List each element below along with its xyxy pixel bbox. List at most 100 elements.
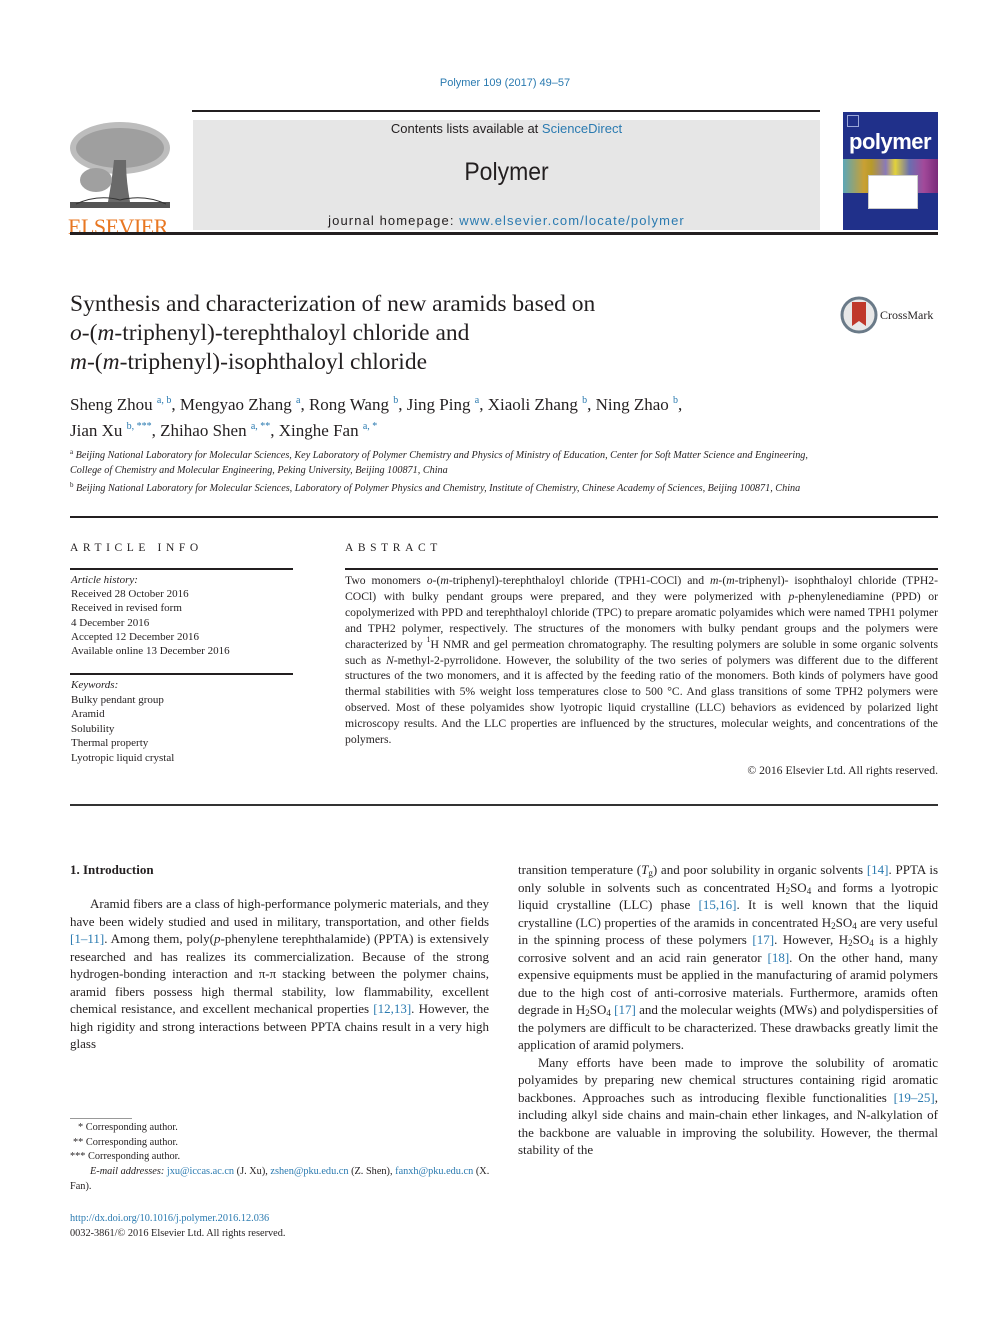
author-separator: , xyxy=(587,395,596,414)
reference-link[interactable]: [17] xyxy=(752,932,774,947)
affiliation-label: a xyxy=(70,448,74,456)
crossmark-badge[interactable]: CrossMark xyxy=(840,296,940,336)
history-item: Accepted 12 December 2016 xyxy=(71,630,199,643)
author-separator: , xyxy=(171,395,180,414)
footnotes: * Corresponding author. ** Corresponding… xyxy=(70,1121,494,1195)
abstract-rule xyxy=(345,568,938,570)
article-info-heading: ARTICLE INFO xyxy=(70,542,203,554)
author-name[interactable]: Ning Zhao xyxy=(596,395,669,414)
history-label: Article history: xyxy=(71,574,138,586)
sciencedirect-link[interactable]: ScienceDirect xyxy=(542,121,622,136)
homepage-line: journal homepage: www.elsevier.com/locat… xyxy=(193,213,820,228)
abstract-text: Two monomers o-(m-triphenyl)-terephthalo… xyxy=(345,574,938,747)
affiliation-label: b xyxy=(70,481,74,489)
cover-figure xyxy=(868,175,918,209)
elsevier-tree-icon xyxy=(68,120,172,210)
author-separator: , xyxy=(398,395,407,414)
crossmark-icon xyxy=(840,296,878,334)
affiliation-text: Beijing National Laboratory for Molecula… xyxy=(70,450,808,476)
affiliation: b Beijing National Laboratory for Molecu… xyxy=(70,478,830,497)
author-separator: , xyxy=(300,395,309,414)
journal-homepage-link[interactable]: www.elsevier.com/locate/polymer xyxy=(459,213,685,228)
keywords-rule xyxy=(70,673,293,675)
reference-link[interactable]: [18] xyxy=(768,950,790,965)
affiliation-text: Beijing National Laboratory for Molecula… xyxy=(76,483,801,494)
history-item: Received in revised form xyxy=(71,602,182,615)
history-item: Received 28 October 2016 xyxy=(71,588,189,601)
header-rule xyxy=(70,232,938,235)
elsevier-logo[interactable]: ELSEVIER xyxy=(68,120,172,238)
author-separator: , xyxy=(151,421,161,440)
issn-copyright: 0032-3861/© 2016 Elsevier Ltd. All right… xyxy=(70,1228,286,1239)
email-link[interactable]: fanxh@pku.edu.cn xyxy=(395,1166,473,1177)
cover-badge-icon xyxy=(847,115,859,127)
reference-link[interactable]: [19–25] xyxy=(894,1090,935,1105)
author-name[interactable]: Rong Wang xyxy=(309,395,389,414)
history-item: 4 December 2016 xyxy=(71,616,150,629)
paragraph: transition temperature (Tg) and poor sol… xyxy=(518,862,939,1052)
title-line-3: m-(m-triphenyl)-isophthaloyl chloride xyxy=(70,349,428,375)
author-name[interactable]: Sheng Zhou xyxy=(70,395,153,414)
email-link[interactable]: jxu@iccas.ac.cn xyxy=(167,1166,234,1177)
author-name[interactable]: Mengyao Zhang xyxy=(180,395,292,414)
header-top-rule xyxy=(192,110,820,112)
reference-link[interactable]: [17] xyxy=(614,1002,636,1017)
cover-title: polymer xyxy=(849,129,932,154)
reference-link[interactable]: [14] xyxy=(867,862,889,877)
author-affiliation-mark[interactable]: a, ** xyxy=(251,421,270,432)
keyword: Bulky pendant group xyxy=(71,693,164,706)
author-separator: , xyxy=(270,421,279,440)
email-link[interactable]: zshen@pku.edu.cn xyxy=(270,1166,348,1177)
keyword: Solubility xyxy=(71,722,115,735)
article-title: Synthesis and characterization of new ar… xyxy=(70,290,770,377)
footnote-emails: E-mail addresses: jxu@iccas.ac.cn (J. Xu… xyxy=(70,1166,490,1192)
journal-title: Polymer xyxy=(464,158,549,186)
abstract-heading: ABSTRACT xyxy=(345,542,442,554)
affiliation-rule xyxy=(70,516,938,518)
contents-line: Contents lists available at ScienceDirec… xyxy=(193,121,820,136)
author-list: Sheng Zhou a, b, Mengyao Zhang a, Rong W… xyxy=(70,390,870,442)
author-affiliation-mark[interactable]: a, b xyxy=(157,395,171,406)
author-name[interactable]: Jian Xu xyxy=(70,421,122,440)
author-separator: , xyxy=(678,395,683,414)
paragraph: Many efforts have been made to improve t… xyxy=(518,1054,938,1158)
author-name[interactable]: Zhihao Shen xyxy=(160,421,246,440)
title-line-1: Synthesis and characterization of new ar… xyxy=(70,291,596,317)
abstract-copyright: © 2016 Elsevier Ltd. All rights reserved… xyxy=(747,764,938,777)
introduction-heading: 1. Introduction xyxy=(70,862,154,877)
contents-prefix: Contents lists available at xyxy=(390,121,542,136)
author-name[interactable]: Xiaoli Zhang xyxy=(488,395,578,414)
author-separator: , xyxy=(479,395,488,414)
reference-link[interactable]: [12,13] xyxy=(373,1001,411,1016)
journal-citation[interactable]: Polymer 109 (2017) 49–57 xyxy=(0,77,992,89)
reference-link[interactable]: [15,16] xyxy=(699,897,737,912)
body-rule xyxy=(70,804,938,806)
affiliations: a Beijing National Laboratory for Molecu… xyxy=(70,445,830,497)
journal-banner: Contents lists available at ScienceDirec… xyxy=(193,120,820,230)
article-history: Article history: Received 28 October 201… xyxy=(71,573,294,658)
keyword: Aramid xyxy=(71,708,105,720)
reference-link[interactable]: [1–11] xyxy=(70,931,104,946)
footnote-corresponding: * Corresponding author. xyxy=(78,1122,178,1133)
introduction-right-column: transition temperature (Tg) and poor sol… xyxy=(518,861,938,1159)
introduction-left-column: Aramid fibers are a class of high-perfor… xyxy=(70,896,490,1051)
author-name[interactable]: Xinghe Fan xyxy=(279,421,359,440)
keyword: Lyotropic liquid crystal xyxy=(71,751,175,764)
author-name[interactable]: Jing Ping xyxy=(407,395,471,414)
author-affiliation-mark[interactable]: a, * xyxy=(363,421,377,432)
crossmark-label: CrossMark xyxy=(880,308,934,322)
article-info-rule xyxy=(70,568,293,570)
doi-block: http://dx.doi.org/10.1016/j.polymer.2016… xyxy=(70,1211,494,1241)
journal-cover-image[interactable]: polymer xyxy=(843,112,938,230)
footnote-corresponding: ** Corresponding author. xyxy=(73,1136,178,1148)
footnote-corresponding: *** Corresponding author. xyxy=(70,1151,181,1163)
keywords: Keywords: Bulky pendant group Aramid Sol… xyxy=(71,678,294,765)
affiliation: a Beijing National Laboratory for Molecu… xyxy=(70,445,830,478)
doi-link[interactable]: http://dx.doi.org/10.1016/j.polymer.2016… xyxy=(70,1213,269,1224)
keyword: Thermal property xyxy=(71,737,149,749)
history-item: Available online 13 December 2016 xyxy=(71,645,230,658)
author-affiliation-mark[interactable]: b, *** xyxy=(127,421,152,432)
keywords-label: Keywords: xyxy=(71,679,119,691)
title-line-2: o-(m-triphenyl)-terephthaloyl chloride a… xyxy=(70,320,470,346)
homepage-prefix: journal homepage: xyxy=(328,213,460,228)
